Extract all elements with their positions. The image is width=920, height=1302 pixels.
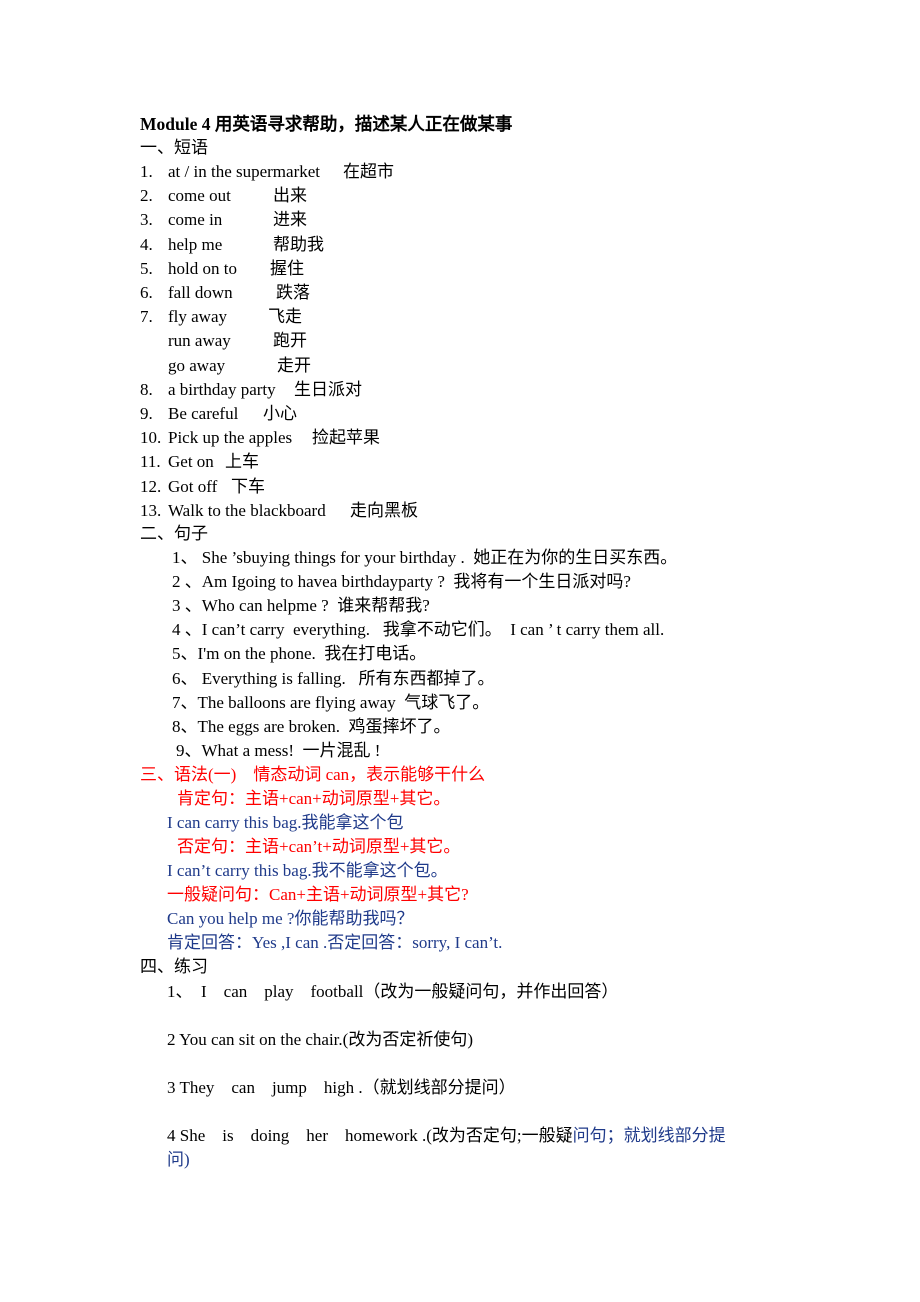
phrase-chinese: 在超市 <box>343 162 394 181</box>
section-heading-grammar: 三、语法(一) 情态动词 can，表示能够干什么 <box>140 765 486 784</box>
sentence-item: 1、 She ’sbuying things for your birthday… <box>172 548 678 567</box>
phrase-item: 13. Walk to the blackboard 走向黑板 <box>140 499 418 523</box>
phrase-number: 10. <box>140 428 162 448</box>
sentence-item: 5、I'm on the phone. 我在打电话。 <box>172 644 427 664</box>
phrase-chinese: 跌落 <box>276 283 310 302</box>
phrase-english: help me <box>168 234 223 254</box>
phrase-chinese: 跑开 <box>273 331 307 351</box>
phrase-chinese: 走向黑板 <box>350 500 418 520</box>
phrase-item: 9. Be careful 小心 <box>140 402 297 426</box>
section-heading-sentences: 二、句子 <box>140 524 208 543</box>
phrase-number: 3. <box>140 210 153 230</box>
phrase-english: come out <box>168 186 231 206</box>
exercise-item-4: 4 She is doing her homework .(改为否定句;一般疑问… <box>167 1124 726 1148</box>
sentence-item: 8、The eggs are broken. 鸡蛋摔坏了。 <box>172 716 451 736</box>
phrase-chinese: 进来 <box>273 210 307 230</box>
phrase-chinese: 下车 <box>231 476 265 496</box>
phrase-item: 12. Got off 下车 <box>140 475 265 499</box>
phrase-english: at / in the supermarket <box>168 162 321 181</box>
document-title: Module 4 用英语寻求帮助，描述某人正在做某事 <box>140 114 513 134</box>
phrase-english: fly away <box>168 307 228 327</box>
phrase-item: 4. help me 帮助我 <box>140 233 324 257</box>
document-page: Module 4 用英语寻求帮助，描述某人正在做某事 一、短语 1. at / i… <box>0 0 920 1302</box>
negative-example: I can’t carry this bag.我不能拿这个包。 <box>167 861 448 880</box>
phrase-item: go away 走开 <box>140 354 311 378</box>
affirmative-rule: 肯定句：主语+can+动词原型+其它。 <box>177 789 451 808</box>
phrase-english: Walk to the blackboard <box>168 500 326 520</box>
phrase-chinese: 生日派对 <box>294 379 362 399</box>
answer-pattern: 肯定回答：Yes ,I can .否定回答：sorry, I can’t. <box>167 933 503 952</box>
phrase-english: come in <box>168 210 223 230</box>
phrase-english: Got off <box>168 476 218 496</box>
sentence-item: 2 、Am Igoing to havea birthdayparty ? 我将… <box>172 572 631 592</box>
phrase-chinese: 握住 <box>270 258 304 278</box>
exercise-item: 1、 I can play football（改为一般疑问句，并作出回答） <box>167 982 619 1001</box>
phrase-english: go away <box>168 355 226 375</box>
phrase-number: 11. <box>140 452 161 472</box>
phrase-item: 5. hold on to 握住 <box>140 257 304 281</box>
phrase-item: 7. fly away 飞走 <box>140 305 302 329</box>
sentence-item: 4 、I can’t carry everything. 我拿不动它们。 I c… <box>172 620 665 640</box>
phrase-english: run away <box>168 331 231 351</box>
negative-rule: 否定句：主语+can’t+动词原型+其它。 <box>177 837 461 856</box>
sentence-item: 7、The balloons are flying away 气球飞了。 <box>172 692 490 712</box>
phrase-item: 10. Pick up the apples 捡起苹果 <box>140 426 380 450</box>
phrase-number: 6. <box>140 283 153 302</box>
phrase-item: 2. come out 出来 <box>140 184 307 208</box>
phrase-item: 3. come in 进来 <box>140 208 307 232</box>
phrase-number: 7. <box>140 307 153 327</box>
phrase-number: 4. <box>140 234 153 254</box>
affirmative-example: I can carry this bag.我能拿这个包 <box>167 813 404 832</box>
sentence-item: 9、What a mess! 一片混乱 ! <box>176 740 381 760</box>
phrase-chinese: 飞走 <box>268 307 302 327</box>
phrase-chinese: 小心 <box>263 404 297 423</box>
phrase-chinese: 上车 <box>225 452 259 472</box>
section-heading-exercises: 四、练习 <box>140 957 208 976</box>
exercise-item-4-text: 4 She is doing her homework .(改为否定句;一般疑 <box>167 1126 573 1145</box>
phrase-chinese: 出来 <box>273 186 307 206</box>
phrase-number: 8. <box>140 379 153 399</box>
phrase-english: a birthday party <box>168 379 276 399</box>
phrase-item: run away 跑开 <box>140 329 307 353</box>
sentence-item: 3 、Who can helpme ? 谁来帮帮我? <box>172 596 430 616</box>
phrase-english: Get on <box>168 452 214 472</box>
phrase-item: 8. a birthday party 生日派对 <box>140 378 362 402</box>
phrase-english: fall down <box>168 283 233 302</box>
phrase-number: 12. <box>140 476 162 496</box>
phrase-number: 2. <box>140 186 153 206</box>
phrase-chinese: 帮助我 <box>273 234 324 254</box>
phrase-english: hold on to <box>168 258 237 278</box>
exercise-item: 3 They can jump high .（就划线部分提问） <box>167 1078 516 1097</box>
phrase-number: 1. <box>140 162 153 181</box>
phrase-item: 11. Get on 上车 <box>140 450 259 474</box>
phrase-chinese: 走开 <box>277 355 311 375</box>
phrase-item: 6. fall down 跌落 <box>140 281 310 305</box>
question-rule: 一般疑问句：Can+主语+动词原型+其它? <box>167 885 469 904</box>
exercise-item-4-continuation: 问) <box>167 1150 190 1169</box>
phrase-chinese: 捡起苹果 <box>312 428 380 448</box>
question-example: Can you help me ?你能帮助我吗？ <box>167 909 414 928</box>
phrase-number: 9. <box>140 404 153 423</box>
sentence-item: 6、 Everything is falling. 所有东西都掉了。 <box>172 668 495 688</box>
phrase-number: 5. <box>140 258 153 278</box>
phrase-item: 1. at / in the supermarket 在超市 <box>140 160 394 184</box>
exercise-item: 2 You can sit on the chair.(改为否定祈使句) <box>167 1030 473 1049</box>
phrase-english: Be careful <box>168 404 239 423</box>
phrase-english: Pick up the apples <box>168 428 293 448</box>
exercise-item-4-blue-text: 问句；就划线部分提 <box>572 1126 726 1145</box>
section-heading-phrases: 一、短语 <box>140 138 208 157</box>
phrase-number: 13. <box>140 500 162 520</box>
